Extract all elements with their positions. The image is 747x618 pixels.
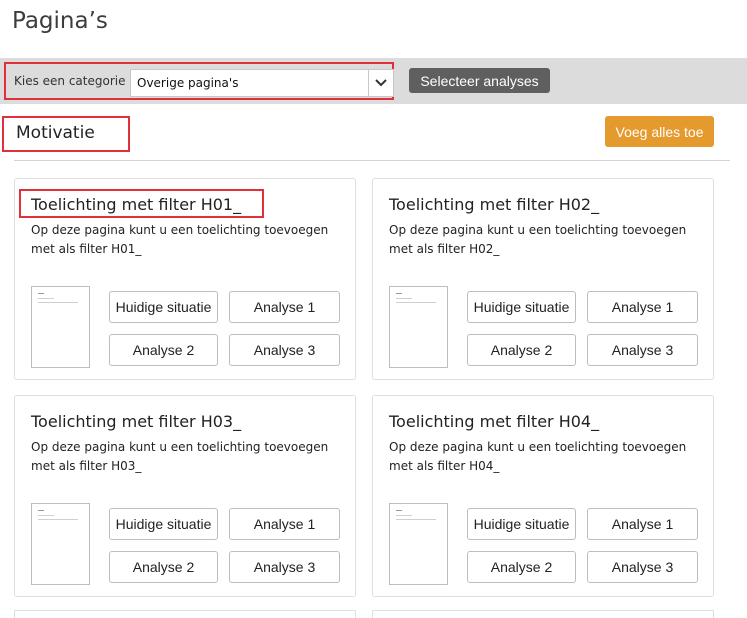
filter-bar: Kies een categorie Overige pagina's Sele…: [0, 58, 747, 104]
page-card-partial: [372, 610, 714, 618]
page-card-partial: [14, 610, 356, 618]
analysis-2-button[interactable]: Analyse 2: [109, 334, 218, 366]
page-card-h01: Toelichting met filter H01_ Op deze pagi…: [14, 178, 356, 380]
current-situation-button[interactable]: Huidige situatie: [109, 291, 218, 323]
select-analyses-button[interactable]: Selecteer analyses: [409, 68, 550, 93]
page-card-h04: Toelichting met filter H04_ Op deze pagi…: [372, 395, 714, 597]
analysis-3-button[interactable]: Analyse 3: [229, 334, 340, 366]
category-label: Kies een categorie: [14, 74, 126, 88]
analysis-3-button[interactable]: Analyse 3: [229, 551, 340, 583]
analysis-2-button[interactable]: Analyse 2: [467, 334, 576, 366]
card-title: Toelichting met filter H03_: [31, 412, 242, 431]
page-thumbnail-icon: [31, 503, 90, 585]
card-description: Op deze pagina kunt u een toelichting to…: [31, 440, 329, 473]
page-title: Pagina’s: [12, 8, 108, 34]
current-situation-button[interactable]: Huidige situatie: [467, 291, 576, 323]
page-thumbnail-icon: [389, 503, 448, 585]
page-thumbnail-icon: [31, 286, 90, 368]
analysis-1-button[interactable]: Analyse 1: [229, 508, 340, 540]
analysis-3-button[interactable]: Analyse 3: [587, 334, 698, 366]
category-select[interactable]: Overige pagina's: [130, 69, 394, 97]
current-situation-button[interactable]: Huidige situatie: [109, 508, 218, 540]
analysis-2-button[interactable]: Analyse 2: [467, 551, 576, 583]
category-filter-group: Kies een categorie Overige pagina's: [4, 62, 394, 100]
page-card-h02: Toelichting met filter H02_ Op deze pagi…: [372, 178, 714, 380]
add-all-button[interactable]: Voeg alles toe: [605, 116, 714, 147]
analysis-1-button[interactable]: Analyse 1: [587, 291, 698, 323]
current-situation-button[interactable]: Huidige situatie: [467, 508, 576, 540]
card-title: Toelichting met filter H04_: [389, 412, 600, 431]
page-card-h03: Toelichting met filter H03_ Op deze pagi…: [14, 395, 356, 597]
section-title: Motivatie: [16, 123, 95, 143]
card-description: Op deze pagina kunt u een toelichting to…: [31, 223, 329, 256]
analysis-1-button[interactable]: Analyse 1: [587, 508, 698, 540]
category-select-value: Overige pagina's: [137, 76, 239, 90]
card-description: Op deze pagina kunt u een toelichting to…: [389, 440, 687, 473]
chevron-down-icon[interactable]: [368, 70, 393, 96]
card-title: Toelichting met filter H01_: [31, 195, 242, 214]
section-header: Motivatie: [2, 116, 130, 152]
page-thumbnail-icon: [389, 286, 448, 368]
card-title: Toelichting met filter H02_: [389, 195, 600, 214]
analysis-2-button[interactable]: Analyse 2: [109, 551, 218, 583]
analysis-3-button[interactable]: Analyse 3: [587, 551, 698, 583]
analysis-1-button[interactable]: Analyse 1: [229, 291, 340, 323]
card-description: Op deze pagina kunt u een toelichting to…: [389, 223, 687, 256]
section-divider: [14, 160, 730, 161]
